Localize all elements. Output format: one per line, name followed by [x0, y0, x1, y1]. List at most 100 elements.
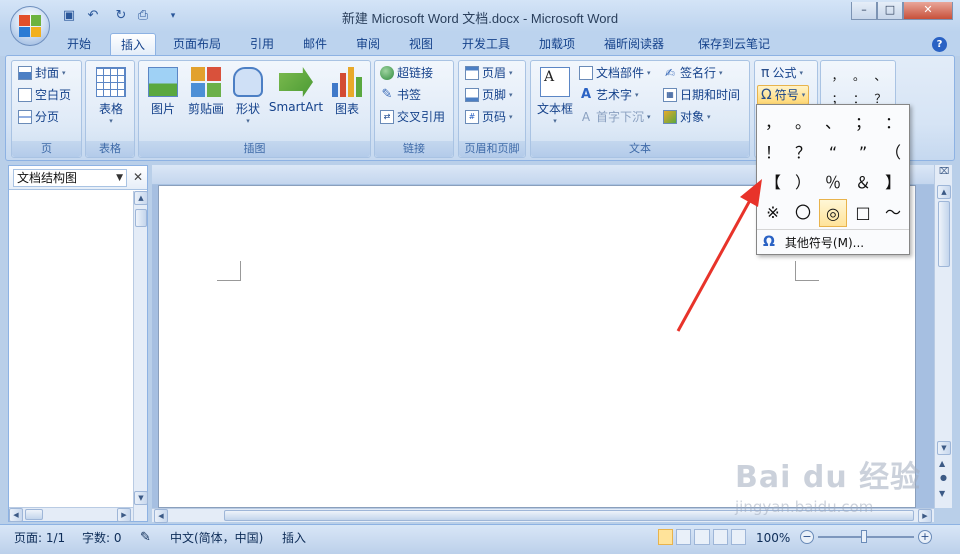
- symbol-cell[interactable]: ！: [759, 139, 787, 167]
- blank-page-button[interactable]: 空白页: [18, 85, 71, 105]
- scroll-left-icon[interactable]: ◀: [9, 508, 23, 522]
- symbol-cell[interactable]: ；: [849, 109, 877, 137]
- doc-scroll-left-icon[interactable]: ◀: [154, 509, 168, 523]
- zoom-in-icon[interactable]: +: [918, 530, 932, 544]
- wordart-icon: A: [580, 87, 592, 102]
- symbol-cell[interactable]: ”: [849, 139, 877, 167]
- symbol-cell[interactable]: ？: [789, 139, 817, 167]
- symbol-cell[interactable]: 。: [789, 109, 817, 137]
- bookmark-button[interactable]: ✎ 书签: [380, 85, 421, 105]
- scroll-down-icon[interactable]: ▼: [134, 491, 148, 505]
- equation-button[interactable]: π 公式 ▾: [761, 63, 803, 83]
- page-break-button[interactable]: 分页: [18, 107, 59, 127]
- tab-home[interactable]: 开始: [57, 33, 101, 55]
- save-icon[interactable]: ▣: [60, 7, 78, 25]
- document-vertical-scrollbar[interactable]: ⌧ ▲ ▼ ▲ ● ▼: [934, 165, 952, 508]
- group-illustrations: 图片 剪贴画 形状 ▾ SmartArt 图表 插图: [138, 60, 371, 158]
- previous-page-icon[interactable]: ▲: [939, 459, 945, 468]
- outline-view-icon[interactable]: [712, 529, 728, 545]
- office-button[interactable]: [10, 6, 50, 46]
- date-time-button[interactable]: ▦ 日期和时间: [663, 85, 740, 105]
- quick-symbol-enum-comma[interactable]: 、: [870, 67, 891, 84]
- full-screen-reading-view-icon[interactable]: [676, 529, 692, 545]
- quick-symbol-comma[interactable]: ，: [827, 67, 848, 84]
- drop-cap-button[interactable]: A 首字下沉 ▾: [579, 107, 651, 127]
- symbol-cell[interactable]: ◎: [819, 199, 847, 227]
- close-button[interactable]: ✕: [903, 2, 953, 20]
- help-icon[interactable]: ?: [932, 37, 947, 52]
- header-button[interactable]: 页眉 ▾: [465, 63, 513, 83]
- nav-horizontal-scrollbar[interactable]: ◀ ▶: [9, 507, 133, 522]
- clip-art-button[interactable]: 剪贴画: [185, 67, 227, 117]
- symbol-cell[interactable]: ＆: [849, 169, 877, 197]
- h-scroll-thumb[interactable]: [25, 509, 43, 520]
- quick-parts-button[interactable]: 文档部件 ▾: [579, 63, 651, 83]
- minimize-button[interactable]: –: [851, 2, 877, 20]
- status-language[interactable]: 中文(简体，中国): [164, 528, 269, 548]
- more-symbols-button[interactable]: Ω 其他符号(M)...: [757, 229, 909, 254]
- undo-icon[interactable]: ↶: [84, 7, 102, 25]
- tab-mailings[interactable]: 邮件: [293, 33, 337, 55]
- tab-view[interactable]: 视图: [399, 33, 443, 55]
- symbol-cell[interactable]: ，: [759, 109, 787, 137]
- tab-save-to-cloud-notes[interactable]: 保存到云笔记: [688, 33, 780, 55]
- table-button[interactable]: 表格 ▾: [90, 67, 132, 125]
- ruler-toggle-icon[interactable]: ⌧: [937, 167, 951, 181]
- symbol-cell[interactable]: ）: [789, 169, 817, 197]
- symbol-cell[interactable]: “: [819, 139, 847, 167]
- picture-button[interactable]: 图片: [143, 67, 183, 117]
- tab-developer[interactable]: 开发工具: [452, 33, 520, 55]
- cover-page-button[interactable]: 封面 ▾: [18, 63, 66, 83]
- zoom-out-icon[interactable]: −: [800, 530, 814, 544]
- smartart-button[interactable]: SmartArt: [267, 67, 325, 114]
- tab-references[interactable]: 引用: [240, 33, 284, 55]
- status-page[interactable]: 页面: 1/1: [8, 528, 71, 548]
- quick-parts-icon: [579, 66, 593, 80]
- text-box-button[interactable]: A 文本框 ▾: [534, 67, 576, 125]
- nav-vertical-scrollbar[interactable]: ▲ ▼: [133, 191, 148, 521]
- web-layout-view-icon[interactable]: [694, 529, 710, 545]
- symbol-cell[interactable]: ％: [819, 169, 847, 197]
- symbol-cell[interactable]: 〇: [789, 199, 817, 227]
- print-preview-icon[interactable]: ⎙: [134, 7, 152, 25]
- scroll-thumb[interactable]: [135, 209, 147, 227]
- symbol-button[interactable]: Ω 符号 ▾: [757, 85, 810, 105]
- doc-scroll-up-icon[interactable]: ▲: [937, 185, 951, 199]
- tab-page-layout[interactable]: 页面布局: [163, 33, 231, 55]
- navigation-view-select[interactable]: 文档结构图 ▼: [13, 169, 127, 187]
- scroll-up-icon[interactable]: ▲: [134, 191, 148, 205]
- proofing-icon[interactable]: ✎: [134, 528, 157, 548]
- signature-line-button[interactable]: ✍ 签名行 ▾: [663, 63, 723, 83]
- tab-review[interactable]: 审阅: [346, 33, 390, 55]
- doc-scroll-down-icon[interactable]: ▼: [937, 441, 951, 455]
- scroll-right-icon[interactable]: ▶: [117, 508, 131, 522]
- doc-scroll-thumb[interactable]: [938, 201, 950, 267]
- hyperlink-button[interactable]: 超链接: [380, 63, 433, 83]
- symbol-cell[interactable]: 】: [879, 169, 907, 197]
- wordart-button[interactable]: A 艺术字 ▾: [579, 85, 639, 105]
- quick-symbol-period[interactable]: 。: [848, 67, 869, 84]
- redo-icon[interactable]: ↻: [112, 7, 130, 25]
- tab-addins[interactable]: 加载项: [529, 33, 585, 55]
- status-word-count[interactable]: 字数: 0: [76, 528, 128, 548]
- browse-object-icon[interactable]: ●: [940, 473, 947, 482]
- tab-foxit-reader[interactable]: 福昕阅读器: [594, 33, 674, 55]
- footer-button[interactable]: 页脚 ▾: [465, 85, 513, 105]
- cross-reference-button[interactable]: ⇄ 交叉引用: [380, 107, 445, 127]
- symbol-cell[interactable]: □: [849, 199, 877, 227]
- symbol-cell[interactable]: ～: [879, 199, 907, 227]
- object-button[interactable]: 对象 ▾: [663, 107, 711, 127]
- symbol-cell[interactable]: 、: [819, 109, 847, 137]
- close-pane-icon[interactable]: ✕: [131, 170, 145, 184]
- maximize-button[interactable]: □: [877, 2, 903, 20]
- page-number-button[interactable]: # 页码 ▾: [465, 107, 513, 127]
- tab-insert[interactable]: 插入: [110, 33, 157, 55]
- symbol-cell[interactable]: ：: [879, 109, 907, 137]
- symbol-cell[interactable]: （: [879, 139, 907, 167]
- next-page-icon[interactable]: ▼: [939, 489, 945, 498]
- customize-quick-access-icon[interactable]: ▾: [164, 7, 182, 25]
- status-insert-mode[interactable]: 插入: [276, 528, 312, 548]
- shapes-button[interactable]: 形状 ▾: [231, 67, 265, 125]
- print-layout-view-icon[interactable]: [658, 529, 674, 545]
- chart-button[interactable]: 图表: [327, 67, 367, 117]
